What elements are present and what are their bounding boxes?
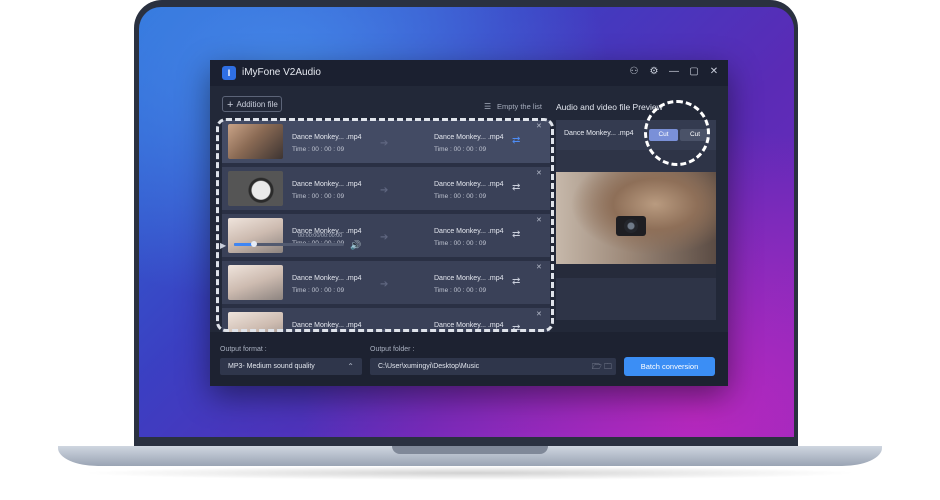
arrow-right-icon: ➔ bbox=[380, 138, 389, 149]
source-file-time: Time : 00 : 00 : 09 bbox=[292, 287, 345, 294]
convert-icon[interactable]: ⇄ bbox=[512, 182, 520, 193]
convert-icon[interactable]: ⇄ bbox=[512, 229, 520, 240]
plus-icon: + bbox=[227, 99, 234, 111]
add-file-button[interactable]: + Addition file bbox=[222, 96, 282, 112]
source-file-name: Dance Monkey... .mp4 bbox=[292, 322, 362, 329]
laptop-shadow bbox=[80, 466, 860, 480]
target-file-time: Time : 00 : 00 : 09 bbox=[434, 240, 487, 247]
output-folder-field[interactable]: C:\User\xumingyi\Desktop\Music 🗁 🗀 bbox=[370, 358, 616, 375]
folder-icon[interactable]: 🗀 bbox=[604, 362, 612, 371]
target-file-name: Dance Monkey... .mp4 bbox=[434, 181, 504, 188]
preview-title: Audio and video file Preview bbox=[556, 102, 663, 112]
progress-handle[interactable] bbox=[251, 241, 257, 247]
maximize-icon[interactable]: ▢ bbox=[688, 65, 700, 79]
file-row[interactable]: Dance Monkey... .mp4 Time : 00 : 00 : 09 ➔… bbox=[222, 167, 550, 210]
file-row[interactable]: Dance Monkey... .mp4 Time : 00 : 00 : 09 ➔… bbox=[222, 261, 550, 304]
video-preview[interactable] bbox=[556, 172, 716, 264]
settings-icon[interactable]: ⚙ bbox=[648, 65, 660, 79]
remove-file-icon[interactable]: ✕ bbox=[536, 310, 542, 318]
list-icon: ☰ bbox=[484, 102, 492, 111]
arrow-right-icon: ➔ bbox=[380, 232, 389, 243]
title-bar: I iMyFone V2Audio ⚇ ⚙ — ▢ ✕ bbox=[210, 60, 728, 86]
laptop-base-notch bbox=[392, 446, 548, 454]
remove-file-icon[interactable]: ✕ bbox=[536, 263, 542, 271]
remove-file-icon[interactable]: ✕ bbox=[536, 169, 542, 177]
output-format-value: MP3- Medium sound quality bbox=[228, 363, 315, 370]
source-file-name: Dance Monkey... .mp4 bbox=[292, 181, 362, 188]
convert-icon[interactable]: ⇄ bbox=[512, 135, 520, 146]
app-title: iMyFone V2Audio bbox=[242, 67, 321, 78]
app-window: I iMyFone V2Audio ⚇ ⚙ — ▢ ✕ + Addition fi… bbox=[210, 60, 728, 386]
source-file-name: Dance Monkey... .mp4 bbox=[292, 134, 362, 141]
playback-time: 00:00:00/00:00:00 bbox=[298, 233, 343, 239]
user-icon[interactable]: ⚇ bbox=[628, 65, 640, 79]
file-thumbnail bbox=[228, 265, 283, 300]
empty-list-button[interactable]: ☰ Empty the list bbox=[484, 102, 542, 111]
folder-actions: 🗁 🗀 bbox=[592, 358, 612, 375]
close-icon[interactable]: ✕ bbox=[708, 65, 720, 79]
output-format-select[interactable]: MP3- Medium sound quality ⌃ bbox=[220, 358, 362, 375]
app-logo-icon: I bbox=[222, 66, 236, 80]
folder-open-icon[interactable]: 🗁 bbox=[592, 362, 602, 371]
source-file-time: Time : 00 : 00 : 09 bbox=[292, 193, 345, 200]
output-folder-label: Output folder : bbox=[370, 346, 415, 353]
minimize-icon[interactable]: — bbox=[668, 65, 680, 79]
target-file-name: Dance Monkey... .mp4 bbox=[434, 134, 504, 141]
output-format-label: Output format : bbox=[220, 346, 267, 353]
file-row[interactable]: Dance Monkey... .mp4 Time : 00 : 00 : 09 ➔… bbox=[222, 120, 550, 163]
convert-icon[interactable]: ⇄ bbox=[512, 276, 520, 287]
arrow-right-icon: ➔ bbox=[380, 279, 389, 290]
file-thumbnail bbox=[228, 124, 283, 159]
target-file-name: Dance Monkey... .mp4 bbox=[434, 275, 504, 282]
remove-file-icon[interactable]: ✕ bbox=[536, 216, 542, 224]
output-folder-value: C:\User\xumingyi\Desktop\Music bbox=[378, 363, 480, 370]
remove-file-icon[interactable]: ✕ bbox=[536, 122, 542, 130]
volume-icon[interactable]: 🔊 bbox=[350, 240, 361, 251]
preview-file-name: Dance Monkey... .mp4 bbox=[564, 130, 634, 137]
target-file-name: Dance Monkey... .mp4 bbox=[434, 228, 504, 235]
file-row[interactable]: Dance Monkey... .mp4 Time : 00 : 00 : 09 ➔… bbox=[222, 214, 550, 257]
target-file-name: Dance Monkey... .mp4 bbox=[434, 322, 504, 329]
file-thumbnail bbox=[228, 218, 283, 253]
play-icon[interactable]: ▶ bbox=[220, 241, 226, 250]
source-file-time: Time : 00 : 00 : 09 bbox=[292, 146, 345, 153]
highlight-dashed-circle bbox=[644, 100, 710, 166]
chevron-up-icon: ⌃ bbox=[347, 362, 354, 371]
target-file-time: Time : 00 : 00 : 09 bbox=[434, 193, 487, 200]
file-thumbnail bbox=[228, 171, 283, 206]
video-letterbox bbox=[556, 264, 716, 278]
source-file-name: Dance Monkey... .mp4 bbox=[292, 275, 362, 282]
add-file-label: Addition file bbox=[236, 100, 278, 109]
target-file-time: Time : 00 : 00 : 09 bbox=[434, 287, 487, 294]
arrow-right-icon: ➔ bbox=[380, 185, 389, 196]
camera-lens-image bbox=[624, 219, 638, 233]
empty-list-label: Empty the list bbox=[497, 102, 543, 111]
target-file-time: Time : 00 : 00 : 09 bbox=[434, 146, 487, 153]
window-controls: ⚇ ⚙ — ▢ ✕ bbox=[628, 65, 720, 79]
batch-conversion-button[interactable]: Batch conversion bbox=[624, 357, 715, 376]
